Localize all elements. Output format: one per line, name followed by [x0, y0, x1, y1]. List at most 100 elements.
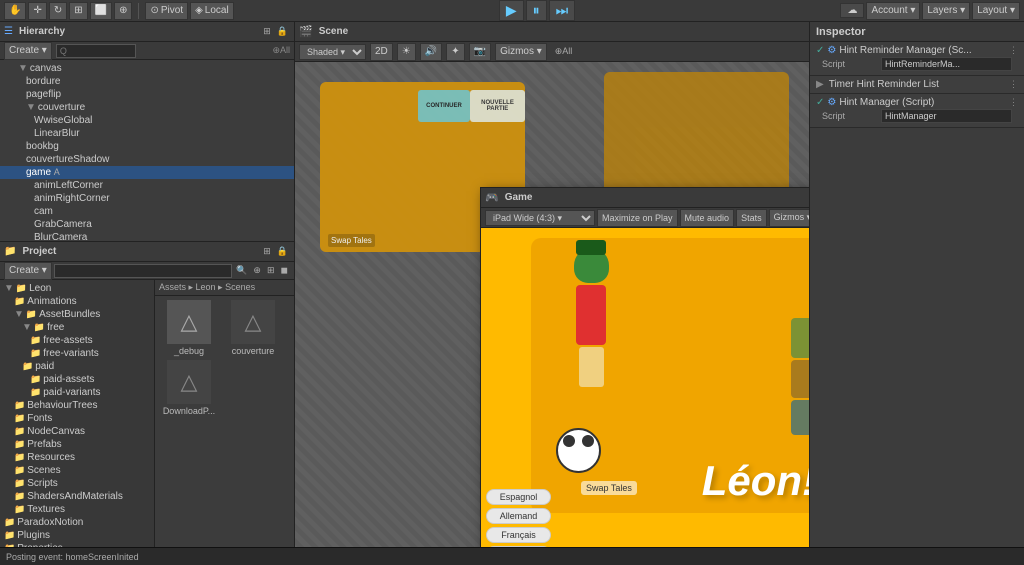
proj-item-free[interactable]: ▼📁free	[0, 321, 154, 334]
proj-item-nodecanvas[interactable]: 📁NodeCanvas	[0, 425, 154, 438]
component-2-menu[interactable]: ⋮	[1009, 97, 1018, 108]
lang-btn-francais[interactable]: Français	[486, 527, 551, 543]
proj-item-paid-assets[interactable]: 📁paid-assets	[0, 373, 154, 386]
project-options-btn[interactable]: ⊕	[251, 265, 263, 276]
lang-btn-allemand[interactable]: Allemand	[486, 508, 551, 524]
account-btn[interactable]: Account ▾	[866, 2, 920, 20]
proj-item-plugins[interactable]: 📁Plugins	[0, 529, 154, 542]
project-slider-btn[interactable]: ◼	[279, 265, 290, 276]
proj-item-assetbundles[interactable]: ▼📁AssetBundles	[0, 308, 154, 321]
scene-2d-btn[interactable]: 2D	[370, 43, 393, 61]
cloud-btn[interactable]: ☁	[840, 3, 864, 18]
transform-tool-btn[interactable]: ⊕	[114, 2, 132, 20]
hier-item-animrightcorner[interactable]: animRightCorner	[0, 192, 294, 205]
hierarchy-lock-btn[interactable]: 🔒	[275, 26, 290, 37]
scene-camera-btn[interactable]: 📷	[469, 43, 491, 61]
scene-view[interactable]: Lé Swap Tales CONTINUER NOUVELLE PARTIE …	[295, 62, 809, 547]
hierarchy-panel: ☰ Hierarchy ⊞ 🔒 Create ▾ ⊕All ▼canvas bo…	[0, 22, 294, 242]
language-buttons-group: Espagnol Allemand Français Anglais Conti…	[486, 489, 551, 547]
proj-item-behaviourtrees[interactable]: 📁BehaviourTrees	[0, 399, 154, 412]
asset-item-debug[interactable]: △ _debug	[159, 300, 219, 356]
proj-item-paid-variants[interactable]: 📁paid-variants	[0, 386, 154, 399]
inspector-component-0-script-row: Script HintReminderMa...	[816, 56, 1018, 72]
component-0-menu[interactable]: ⋮	[1009, 45, 1018, 56]
inspector-empty-area	[810, 128, 1024, 547]
proj-item-prefabs[interactable]: 📁Prefabs	[0, 438, 154, 451]
proj-item-paid[interactable]: 📁paid	[0, 360, 154, 373]
hier-item-wwiseglobal[interactable]: WwiseGlobal	[0, 114, 294, 127]
asset-label-couverture: couverture	[232, 346, 275, 356]
scene-fx-btn[interactable]: ✦	[446, 43, 464, 61]
scene-audio-btn[interactable]: 🔊	[420, 43, 442, 61]
asset-item-downloadp[interactable]: △ DownloadP...	[159, 360, 219, 416]
hier-item-couvertureshadow[interactable]: couvertureShadow	[0, 153, 294, 166]
hierarchy-pin-btn[interactable]: ⊞	[261, 26, 273, 37]
layers-btn[interactable]: Layers ▾	[922, 2, 970, 20]
hier-item-cam[interactable]: cam	[0, 205, 294, 218]
mute-audio-btn[interactable]: Mute audio	[680, 209, 735, 227]
proj-item-leon[interactable]: ▼📁Leon	[0, 282, 154, 295]
proj-item-free-variants[interactable]: 📁free-variants	[0, 347, 154, 360]
maximize-on-play-btn[interactable]: Maximize on Play	[597, 209, 678, 227]
proj-item-shaders[interactable]: 📁ShadersAndMaterials	[0, 490, 154, 503]
project-search-icon[interactable]: 🔍	[234, 265, 249, 276]
proj-item-properties[interactable]: 📁Properties	[0, 542, 154, 547]
panda-eye-left	[563, 435, 575, 447]
scene-gizmos-btn[interactable]: Gizmos ▾	[495, 43, 547, 61]
project-pin-btn[interactable]: ⊞	[261, 246, 273, 257]
scale-tool-btn[interactable]: ⊞	[69, 2, 87, 20]
hier-item-linearblur[interactable]: LinearBlur	[0, 127, 294, 140]
layout-btn[interactable]: Layout ▾	[972, 2, 1020, 20]
play-btn[interactable]: ▶	[499, 0, 524, 21]
project-lock-btn[interactable]: 🔒	[275, 246, 290, 257]
proj-item-textures[interactable]: 📁Textures	[0, 503, 154, 516]
game-toolbar: iPad Wide (4:3) ▾ Maximize on Play Mute …	[481, 208, 809, 228]
proj-item-resources[interactable]: 📁Resources	[0, 451, 154, 464]
move-tool-btn[interactable]: ✛	[28, 2, 46, 20]
hier-item-pageflip[interactable]: pageflip	[0, 88, 294, 101]
asset-icon-debug: △	[167, 300, 211, 344]
game-gizmos-btn[interactable]: Gizmos ▾	[769, 209, 809, 227]
proj-item-free-assets[interactable]: 📁free-assets	[0, 334, 154, 347]
proj-item-animations[interactable]: 📁Animations	[0, 295, 154, 308]
separator-1	[138, 3, 139, 19]
hier-item-canvas[interactable]: ▼canvas	[0, 62, 294, 75]
component-1-menu[interactable]: ⋮	[1009, 79, 1018, 90]
local-btn[interactable]: ◈ Local	[190, 2, 234, 20]
asset-icon-couverture: △	[231, 300, 275, 344]
hierarchy-create-btn[interactable]: Create ▾	[4, 42, 52, 60]
component-1-expand[interactable]: ▶	[816, 79, 824, 90]
rect-tool-btn[interactable]: ⬜	[90, 2, 112, 20]
component-2-script-val: HintManager	[881, 109, 1012, 123]
playback-controls: ▶ ⏸ ⏭	[499, 0, 575, 21]
project-create-btn[interactable]: Create ▾	[4, 262, 52, 280]
asset-item-couverture[interactable]: △ couverture	[223, 300, 283, 356]
pause-btn[interactable]: ⏸	[526, 0, 547, 21]
char-right-3	[791, 400, 809, 435]
stats-btn[interactable]: Stats	[736, 209, 767, 227]
hier-item-animleftcorner[interactable]: animLeftCorner	[0, 179, 294, 192]
hier-item-grabcamera[interactable]: GrabCamera	[0, 218, 294, 231]
pivot-btn[interactable]: ⊙ Pivot	[145, 2, 188, 20]
hier-item-blurcamera[interactable]: BlurCamera	[0, 231, 294, 241]
project-view-btn[interactable]: ⊞	[265, 265, 277, 276]
hierarchy-controls: ⊞ 🔒	[261, 26, 290, 37]
inspector-component-1-header: ▶ Timer Hint Reminder List ⋮	[816, 79, 1018, 90]
hier-item-couverture[interactable]: ▼couverture	[0, 101, 294, 114]
proj-item-scenes[interactable]: 📁Scenes	[0, 464, 154, 477]
hier-item-bookbg[interactable]: bookbg	[0, 140, 294, 153]
hand-tool-btn[interactable]: ✋	[4, 2, 26, 20]
rotate-tool-btn[interactable]: ↻	[49, 2, 67, 20]
proj-item-scripts[interactable]: 📁Scripts	[0, 477, 154, 490]
hier-item-game[interactable]: game A	[0, 166, 294, 179]
proj-item-paradoxnotion[interactable]: 📁ParadoxNotion	[0, 516, 154, 529]
scene-light-btn[interactable]: ☀	[397, 43, 416, 61]
step-btn[interactable]: ⏭	[549, 0, 576, 21]
shaded-dropdown[interactable]: Shaded ▾	[299, 44, 366, 60]
lang-btn-espagnol[interactable]: Espagnol	[486, 489, 551, 505]
project-search-input[interactable]	[54, 264, 232, 278]
hierarchy-search-input[interactable]	[56, 44, 136, 58]
game-resolution-dropdown[interactable]: iPad Wide (4:3) ▾	[485, 210, 595, 226]
proj-item-fonts[interactable]: 📁Fonts	[0, 412, 154, 425]
hier-item-bordure[interactable]: bordure	[0, 75, 294, 88]
